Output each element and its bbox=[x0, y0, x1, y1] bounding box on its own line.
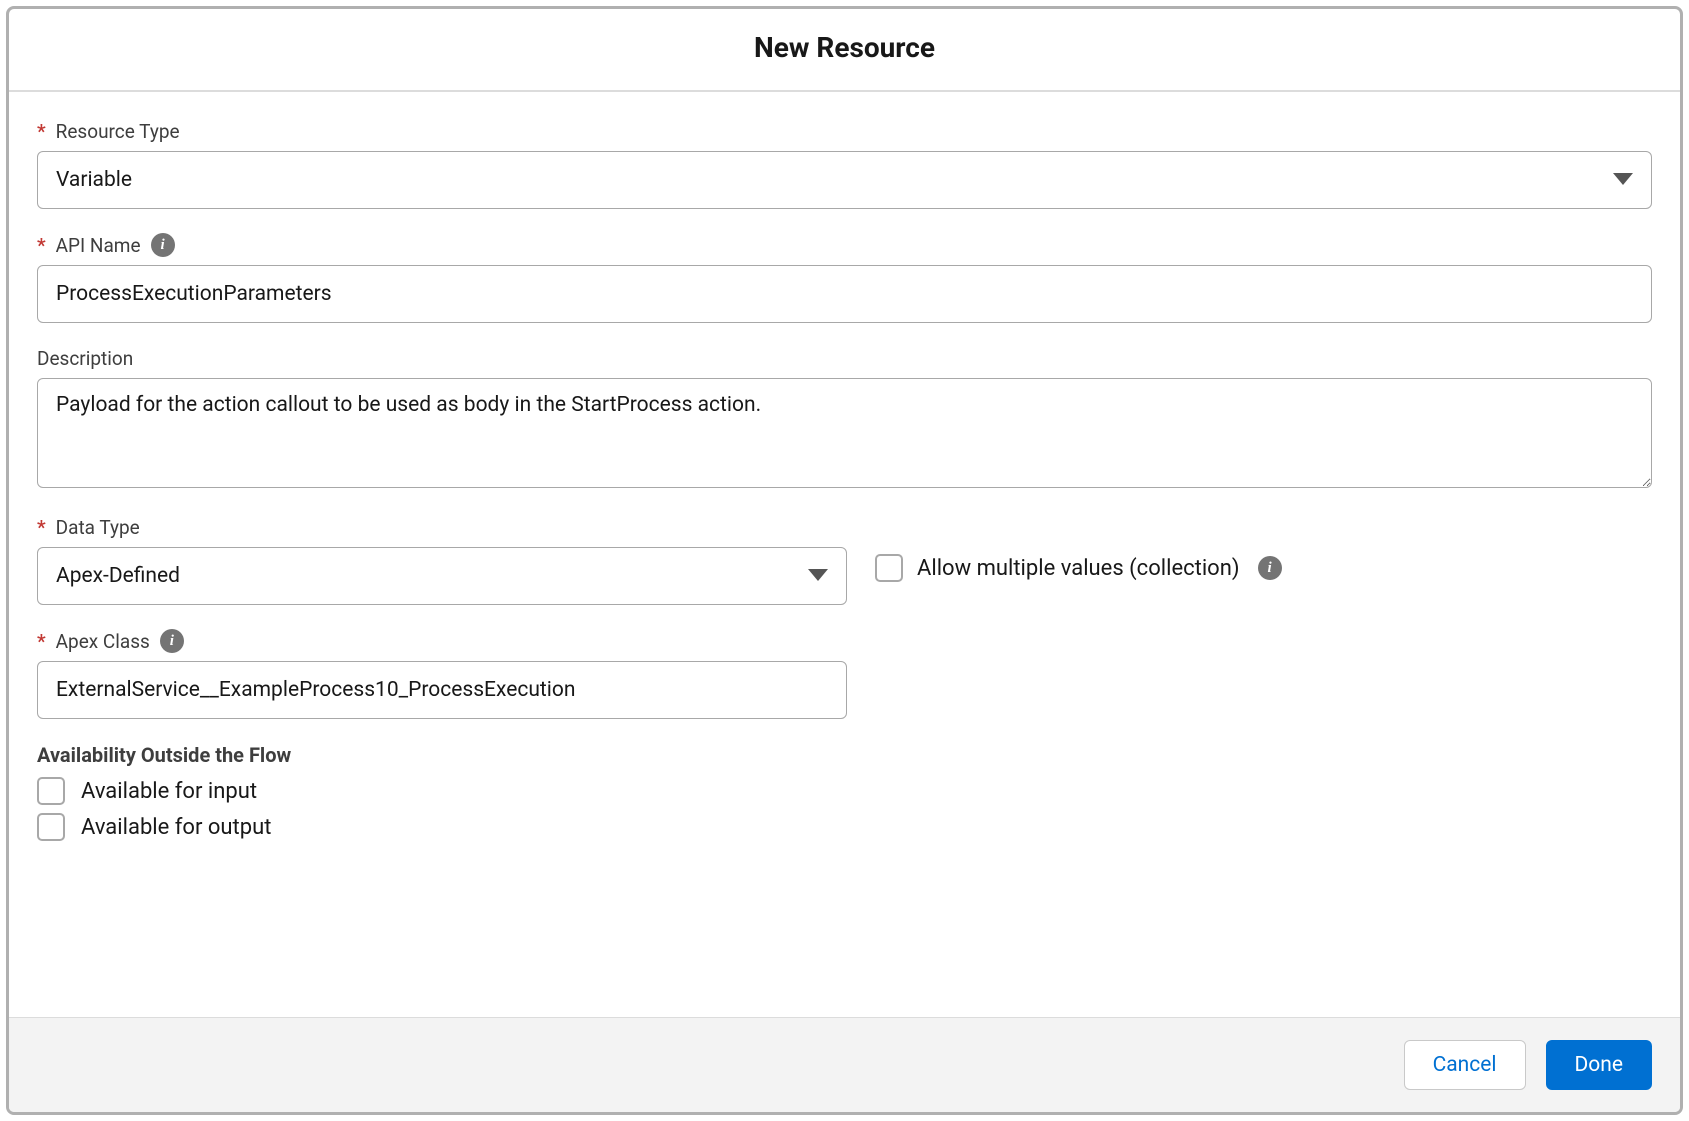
description-row: Description Payload for the action callo… bbox=[37, 347, 1652, 492]
description-label: Description bbox=[37, 347, 1652, 370]
data-type-label-text: Data Type bbox=[56, 516, 140, 539]
resource-type-label-text: Resource Type bbox=[56, 120, 180, 143]
available-input-label: Available for input bbox=[81, 779, 257, 804]
description-textarea[interactable]: Payload for the action callout to be use… bbox=[37, 378, 1652, 488]
available-output-label: Available for output bbox=[81, 815, 271, 840]
apex-class-label-text: Apex Class bbox=[56, 630, 150, 653]
required-asterisk: * bbox=[37, 234, 46, 257]
data-type-label: * Data Type bbox=[37, 516, 847, 539]
data-type-row: * Data Type Apex-Defined Allow multiple … bbox=[37, 516, 1652, 605]
new-resource-modal: New Resource * Resource Type Variable * … bbox=[6, 6, 1683, 1115]
resource-type-label: * Resource Type bbox=[37, 120, 1652, 143]
apex-class-row: * Apex Class i bbox=[37, 629, 1652, 719]
available-output-row: Available for output bbox=[37, 813, 1652, 841]
chevron-down-icon bbox=[808, 569, 828, 583]
data-type-col: * Data Type Apex-Defined bbox=[37, 516, 847, 605]
info-icon[interactable]: i bbox=[160, 629, 184, 653]
cancel-button[interactable]: Cancel bbox=[1404, 1040, 1526, 1090]
modal-footer: Cancel Done bbox=[9, 1017, 1680, 1112]
availability-section: Availability Outside the Flow Available … bbox=[37, 743, 1652, 841]
resource-type-row: * Resource Type Variable bbox=[37, 120, 1652, 209]
apex-class-input[interactable] bbox=[37, 661, 847, 719]
modal-title: New Resource bbox=[9, 31, 1680, 64]
info-icon[interactable]: i bbox=[1258, 556, 1282, 580]
api-name-row: * API Name i bbox=[37, 233, 1652, 323]
availability-heading: Availability Outside the Flow bbox=[37, 743, 1652, 767]
allow-multiple-col: Allow multiple values (collection) i bbox=[875, 554, 1282, 582]
required-asterisk: * bbox=[37, 120, 46, 143]
resource-type-select[interactable]: Variable bbox=[37, 151, 1652, 209]
info-icon[interactable]: i bbox=[151, 233, 175, 257]
modal-body: * Resource Type Variable * API Name i De… bbox=[9, 92, 1680, 1017]
data-type-value: Apex-Defined bbox=[56, 564, 180, 588]
data-type-select[interactable]: Apex-Defined bbox=[37, 547, 847, 605]
modal-header: New Resource bbox=[9, 9, 1680, 92]
allow-multiple-label: Allow multiple values (collection) bbox=[917, 556, 1240, 581]
allow-multiple-checkbox[interactable] bbox=[875, 554, 903, 582]
api-name-label: * API Name i bbox=[37, 233, 1652, 257]
required-asterisk: * bbox=[37, 630, 46, 653]
required-asterisk: * bbox=[37, 516, 46, 539]
done-button[interactable]: Done bbox=[1546, 1040, 1653, 1090]
available-input-row: Available for input bbox=[37, 777, 1652, 805]
available-input-checkbox[interactable] bbox=[37, 777, 65, 805]
api-name-input[interactable] bbox=[37, 265, 1652, 323]
chevron-down-icon bbox=[1613, 173, 1633, 187]
apex-class-label: * Apex Class i bbox=[37, 629, 1652, 653]
api-name-label-text: API Name bbox=[56, 234, 141, 257]
resource-type-value: Variable bbox=[56, 168, 132, 192]
description-label-text: Description bbox=[37, 347, 133, 370]
available-output-checkbox[interactable] bbox=[37, 813, 65, 841]
